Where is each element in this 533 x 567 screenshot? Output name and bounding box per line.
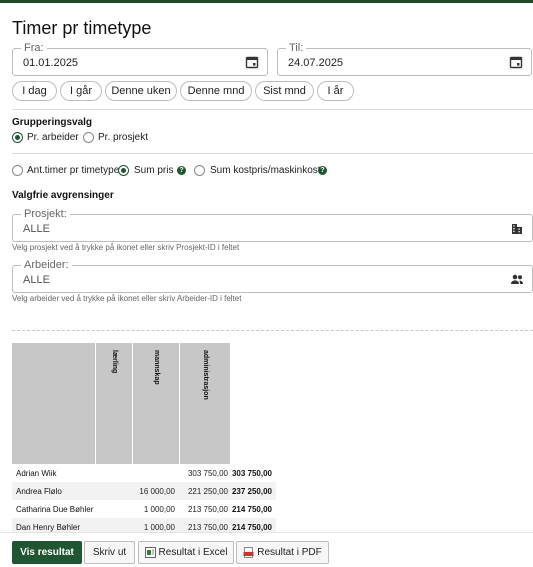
row-name: Catharina Due Bøhler <box>16 505 94 514</box>
row-total: 214 750,00 <box>231 505 272 514</box>
date-to-field[interactable]: Til: 24.07.2025 <box>277 41 532 76</box>
group-by-project-radio[interactable] <box>83 132 94 143</box>
cell: 1 000,00 <box>143 523 175 532</box>
project-hint: Velg prosjekt ved å trykke på ikonet ell… <box>12 243 240 252</box>
project-label: Prosjekt: <box>21 207 70 221</box>
worker-hint: Velg arbeider ved å trykke på ikonet ell… <box>12 294 242 303</box>
column-header: lærling <box>95 343 133 464</box>
group-by-worker-radio[interactable] <box>12 132 23 143</box>
range-last-month-button[interactable]: Sist mnd <box>255 81 314 101</box>
measure-hours-radio[interactable] <box>12 165 23 176</box>
range-today-button[interactable]: I dag <box>12 81 57 101</box>
export-excel-label: Resultat i Excel <box>158 547 228 558</box>
top-accent-bar <box>0 0 533 3</box>
project-input[interactable]: ALLE <box>23 223 50 235</box>
worker-label: Arbeider: <box>21 258 72 272</box>
building-icon[interactable] <box>510 221 524 235</box>
show-result-button[interactable]: Vis resultat <box>12 541 82 564</box>
action-bar: Vis resultat Skriv ut Resultat i Excel R… <box>0 532 533 567</box>
calendar-icon[interactable] <box>245 55 259 69</box>
help-icon[interactable]: ? <box>318 166 327 175</box>
calendar-icon[interactable] <box>509 55 523 69</box>
column-header-label: lærling <box>111 350 118 374</box>
column-header-label: mannskap <box>153 350 160 385</box>
people-icon[interactable] <box>510 272 524 286</box>
row-total: 237 250,00 <box>231 487 272 496</box>
table-header: lærling mannskap administrasjon <box>12 343 230 464</box>
excel-icon <box>144 546 156 558</box>
measure-sum-price-label[interactable]: Sum pris <box>134 165 173 176</box>
cell: 213 750,00 <box>187 523 228 532</box>
range-yesterday-button[interactable]: I går <box>60 81 102 101</box>
measure-hours-label[interactable]: Ant.timer pr timetype <box>27 165 119 176</box>
export-pdf-button[interactable]: Resultat i PDF <box>236 541 329 564</box>
export-excel-button[interactable]: Resultat i Excel <box>138 541 234 564</box>
table-row: Catharina Due Bøhler 1 000,00 213 750,00… <box>12 500 276 518</box>
row-total: 303 750,00 <box>231 469 272 478</box>
results-divider <box>12 330 533 331</box>
date-to-label: Til: <box>286 41 307 55</box>
table-row: Andrea Flølo 16 000,00 221 250,00 237 25… <box>12 482 276 500</box>
measure-cost-label[interactable]: Sum kostpris/maskinkost <box>210 165 321 176</box>
cell: 1 000,00 <box>143 505 175 514</box>
date-from-label: Fra: <box>21 41 47 55</box>
cell: 221 250,00 <box>187 487 228 496</box>
column-header: mannskap <box>132 343 180 464</box>
group-by-project-label[interactable]: Pr. prosjekt <box>98 132 148 143</box>
worker-input[interactable]: ALLE <box>23 274 50 286</box>
date-from-field[interactable]: Fra: 01.01.2025 <box>12 41 268 76</box>
group-by-worker-label[interactable]: Pr. arbeider <box>27 132 79 143</box>
range-this-week-button[interactable]: Denne uken <box>105 81 177 101</box>
divider <box>12 109 533 110</box>
date-from-value: 01.01.2025 <box>23 57 79 69</box>
help-icon[interactable]: ? <box>177 166 186 175</box>
export-pdf-label: Resultat i PDF <box>257 547 322 558</box>
date-to-value: 24.07.2025 <box>288 57 344 69</box>
row-name: Dan Henry Bøhler <box>16 523 81 532</box>
print-button[interactable]: Skriv ut <box>84 541 135 564</box>
pdf-icon <box>243 546 254 558</box>
page-title: Timer pr timetype <box>12 18 152 38</box>
table-row: Adrian Wiik 303 750,00 303 750,00 <box>12 464 276 482</box>
filters-title: Valgfrie avgrensinger <box>12 190 114 201</box>
column-header-label: administrasjon <box>202 350 209 400</box>
column-header: administrasjon <box>179 343 231 464</box>
row-name: Andrea Flølo <box>16 487 62 496</box>
cell: 213 750,00 <box>187 505 228 514</box>
project-field[interactable]: Prosjekt: ALLE <box>12 207 533 242</box>
range-this-month-button[interactable]: Denne mnd <box>180 81 252 101</box>
cell: 16 000,00 <box>139 487 175 496</box>
worker-field[interactable]: Arbeider: ALLE <box>12 258 533 293</box>
divider <box>12 153 533 154</box>
row-name: Adrian Wiik <box>16 469 57 478</box>
measure-sum-price-radio[interactable] <box>118 165 129 176</box>
grouping-title: Grupperingsvalg <box>12 117 93 128</box>
cell: 303 750,00 <box>187 469 228 478</box>
range-this-year-button[interactable]: I år <box>317 81 354 101</box>
row-total: 214 750,00 <box>231 523 272 532</box>
measure-cost-radio[interactable] <box>194 165 205 176</box>
